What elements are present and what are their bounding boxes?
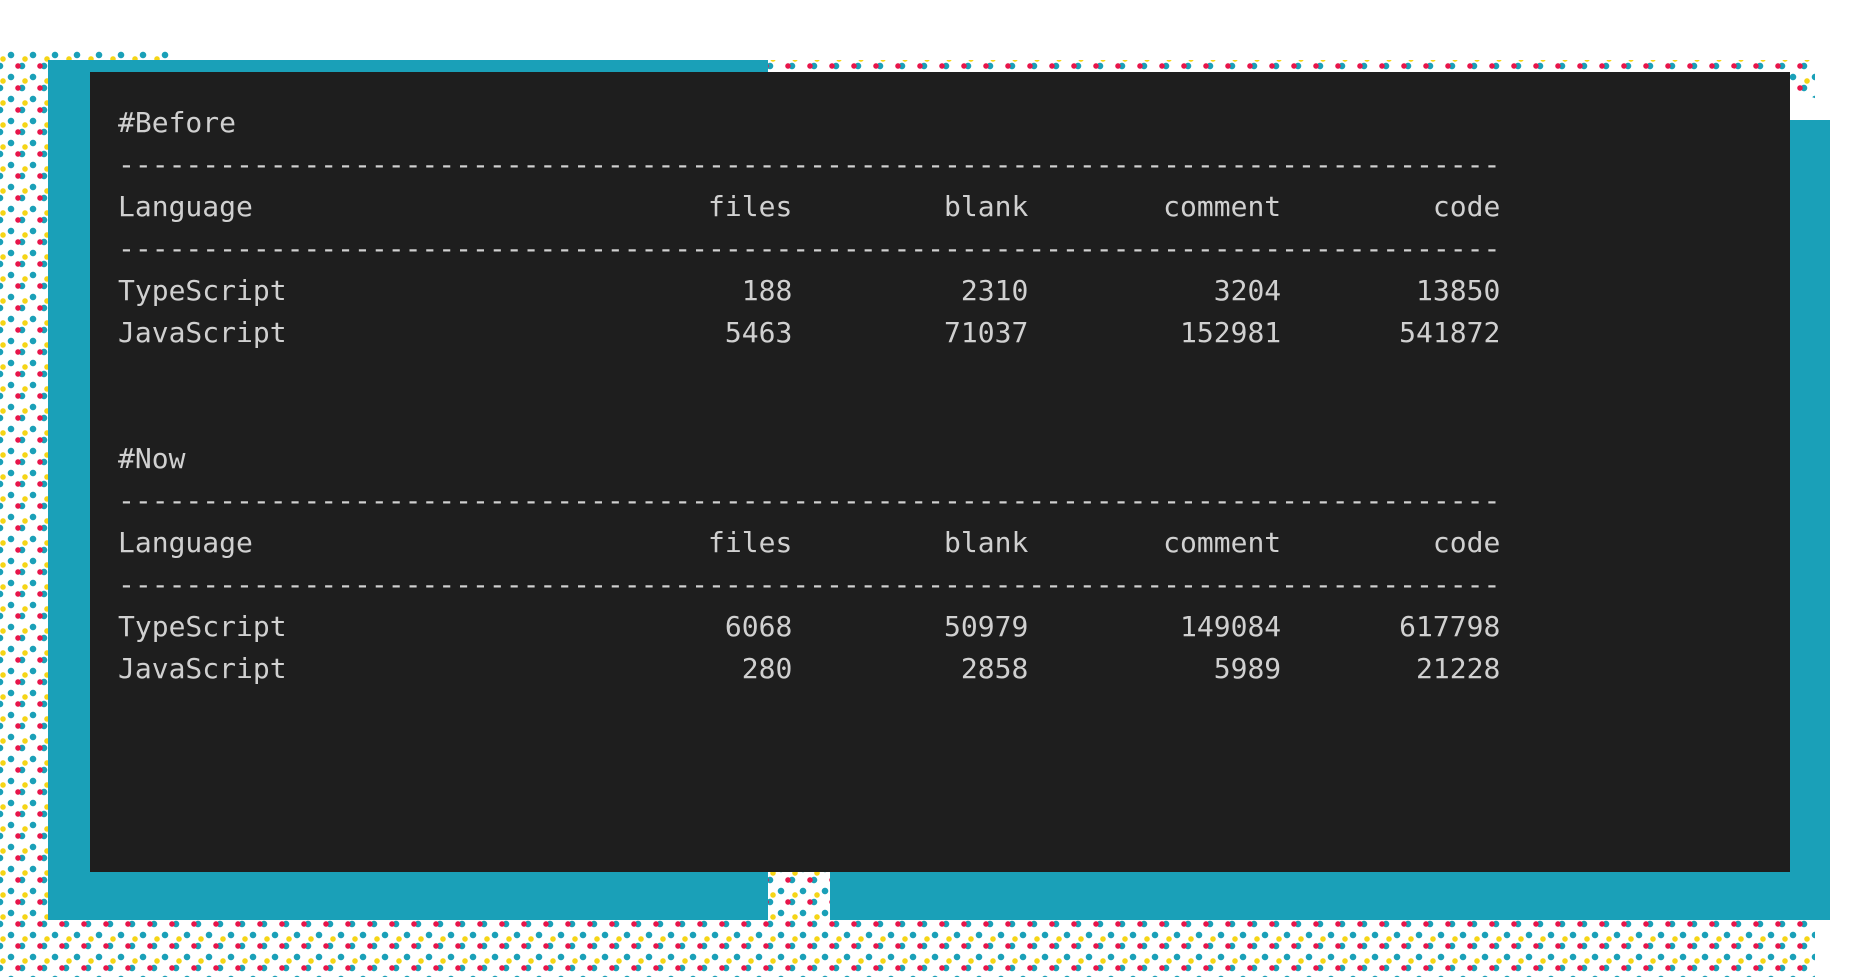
- white-mask: [170, 0, 1875, 60]
- terminal-output: #Before --------------------------------…: [90, 72, 1790, 872]
